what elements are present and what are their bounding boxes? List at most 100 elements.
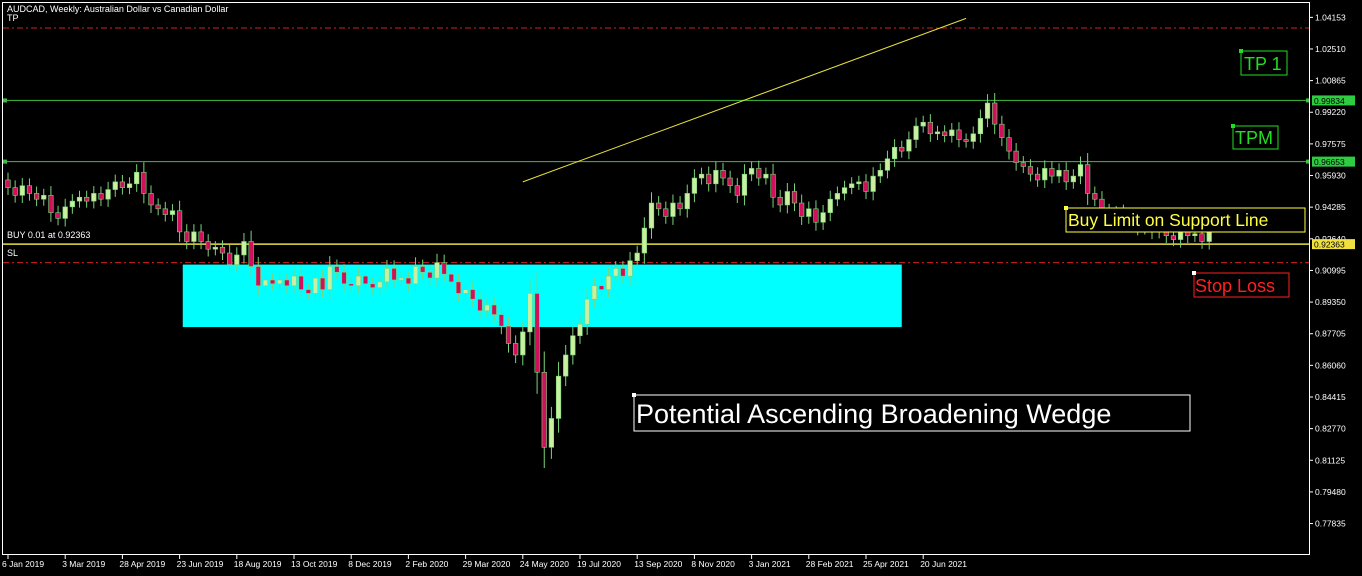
candle-bear <box>813 208 819 223</box>
candle-bull <box>877 170 883 177</box>
candle-bear <box>405 277 412 285</box>
candle-bear <box>899 146 905 152</box>
tp1-annotation[interactable]: TP 1 <box>1239 49 1288 76</box>
candle-bear <box>677 202 683 210</box>
tpm-annotation[interactable]: TPM <box>1231 124 1279 150</box>
candle-bear <box>999 123 1005 138</box>
candle-bull <box>398 277 404 281</box>
candle-bear <box>48 195 54 213</box>
date-tick-label: 3 Mar 2019 <box>62 559 105 569</box>
candle-bear <box>491 304 497 315</box>
date-tick-label: 13 Oct 2019 <box>291 559 338 569</box>
candle-bear <box>1013 150 1019 163</box>
candle-bull <box>641 227 647 254</box>
price-tick-label: 0.99220 <box>1315 107 1346 117</box>
candle-bull <box>820 212 826 223</box>
date-tick-label: 2 Feb 2020 <box>405 559 448 569</box>
price-tick-label: 0.86060 <box>1315 360 1346 370</box>
candle-bull <box>327 266 333 290</box>
candle-bear <box>620 268 626 277</box>
candle-bull <box>849 183 855 188</box>
price-tick-label: 0.79480 <box>1315 487 1346 497</box>
candle-bear <box>863 181 869 192</box>
candle-bull <box>62 206 68 219</box>
tp1-anchor <box>1239 49 1243 53</box>
candle-bull <box>212 246 218 250</box>
date-tick-label: 3 Jan 2021 <box>749 559 791 569</box>
date-tick-label: 8 Nov 2020 <box>691 559 735 569</box>
candle-bull <box>949 129 955 137</box>
candle-bear <box>1170 235 1177 240</box>
candle-bear <box>341 271 347 285</box>
level-anchor-left <box>3 98 7 103</box>
price-tick-label: 0.87705 <box>1315 329 1346 339</box>
tp-line-label: TP <box>7 13 19 23</box>
price-tick-label: 0.77835 <box>1315 519 1346 529</box>
candle-bull <box>527 293 533 333</box>
candle-bear <box>720 170 726 179</box>
candle-bull <box>312 277 319 294</box>
candle-bull <box>856 181 862 185</box>
candle-bull <box>41 195 47 200</box>
buy-limit-annotation[interactable]: Buy Limit on Support Line <box>1064 206 1306 233</box>
date-tick-label: 13 Sep 2020 <box>634 559 682 569</box>
support-zone <box>182 264 902 328</box>
price-tag-text-tpm: 0.96653 <box>1314 157 1345 167</box>
candle-bear <box>98 193 104 200</box>
candle-bull <box>906 139 912 152</box>
candle-bear <box>470 289 476 300</box>
candle-bull <box>69 200 75 208</box>
candle-bull <box>870 175 876 192</box>
candle-bear <box>598 285 605 290</box>
candle-bear <box>269 279 276 285</box>
tpm-label: TPM <box>1235 128 1273 148</box>
candle-bear <box>448 273 454 283</box>
candle-bull <box>355 275 361 287</box>
candle-bear <box>1085 164 1091 194</box>
candle-bull <box>1077 164 1084 177</box>
candle-bear <box>119 181 125 188</box>
candle-bull <box>191 231 197 242</box>
candle-bull <box>1070 175 1076 183</box>
candle-bear <box>298 275 304 290</box>
candle-bull <box>462 289 469 294</box>
candle-bull <box>76 196 83 202</box>
candle-bull <box>920 121 926 127</box>
candle-bull <box>627 260 633 277</box>
candle-bear <box>942 131 948 137</box>
candle-bull <box>291 275 297 287</box>
candle-bear <box>305 289 311 294</box>
candle-bull <box>577 323 583 337</box>
candle-bear <box>663 208 669 217</box>
stop-loss-annotation[interactable]: Stop Loss <box>1192 271 1290 298</box>
candle-bull <box>241 241 247 256</box>
candle-bear <box>5 179 11 188</box>
candle-bull <box>584 298 590 325</box>
candle-bear <box>148 193 154 206</box>
candle-bull <box>891 146 898 160</box>
candle-bear <box>541 371 547 448</box>
candle-bull <box>1192 233 1198 237</box>
candle-bear <box>498 314 504 327</box>
candle-bull <box>748 168 755 175</box>
candle-bear <box>348 283 354 287</box>
candle-bear <box>319 277 326 290</box>
candle-bull <box>763 173 769 179</box>
price-tick-label: 0.82770 <box>1315 424 1346 434</box>
candle-bear <box>55 212 61 219</box>
wedge-annotation[interactable]: Potential Ascending Broadening Wedge <box>632 393 1191 432</box>
candle-bear <box>155 204 161 210</box>
date-tick-label: 28 Feb 2021 <box>806 559 854 569</box>
candle-bear <box>362 275 369 285</box>
wedge-anchor <box>632 393 636 397</box>
candle-bear <box>656 202 662 210</box>
candle-bear <box>963 139 969 142</box>
candle-bear <box>84 196 90 202</box>
candle-bear <box>177 210 183 233</box>
candle-bull <box>884 158 891 171</box>
sl-line-label: SL <box>7 248 18 258</box>
candle-bull <box>126 183 133 188</box>
candle-bull <box>741 173 748 196</box>
candle-bear <box>441 262 447 275</box>
candle-bear <box>205 241 211 250</box>
